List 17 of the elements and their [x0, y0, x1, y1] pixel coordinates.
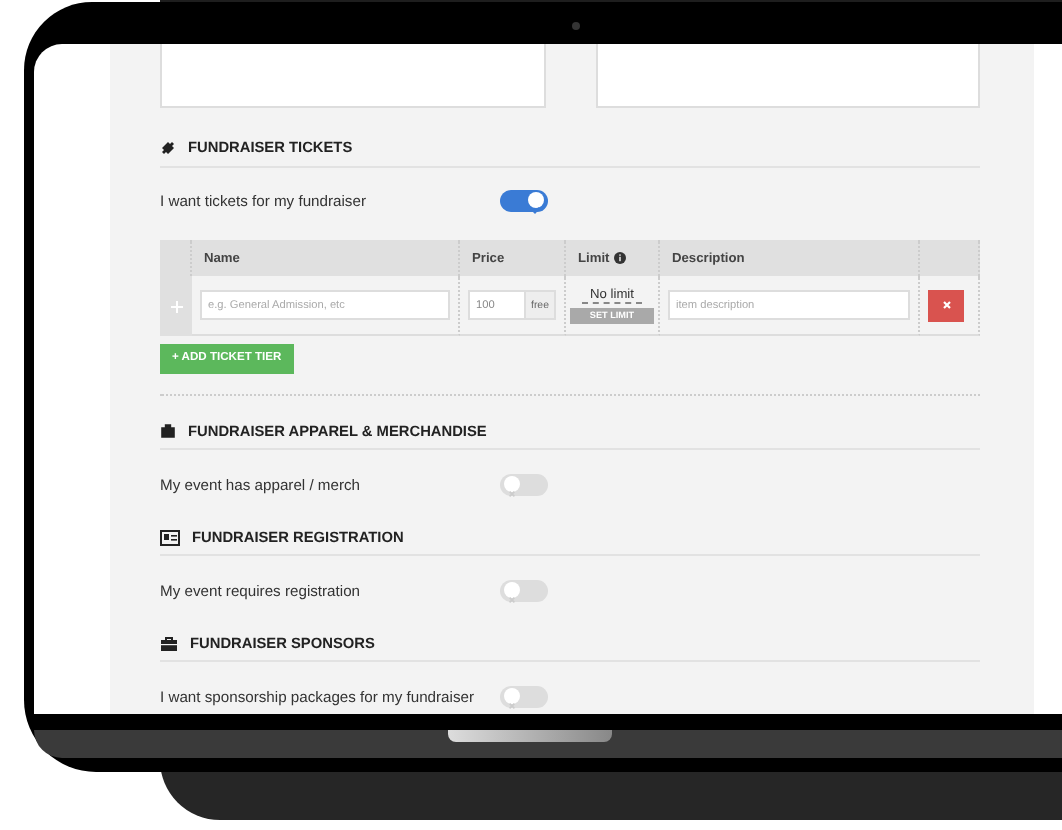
briefcase-icon	[160, 635, 178, 652]
id-card-icon	[160, 529, 180, 546]
move-handle-icon[interactable]	[169, 299, 183, 314]
text-area-field[interactable]	[160, 44, 545, 108]
check-icon	[528, 202, 544, 219]
text-area-field[interactable]	[595, 44, 980, 108]
x-icon	[504, 698, 520, 714]
toggle-switch[interactable]	[500, 579, 548, 602]
toggle-switch[interactable]	[500, 685, 548, 708]
close-icon	[941, 300, 951, 311]
x-icon	[504, 592, 520, 609]
delete-button[interactable]	[928, 289, 964, 322]
toggle-switch[interactable]	[500, 189, 548, 212]
ticket-icon	[160, 139, 176, 156]
x-icon	[504, 486, 520, 503]
bag-icon	[160, 422, 176, 439]
toggle-switch[interactable]	[500, 473, 548, 496]
